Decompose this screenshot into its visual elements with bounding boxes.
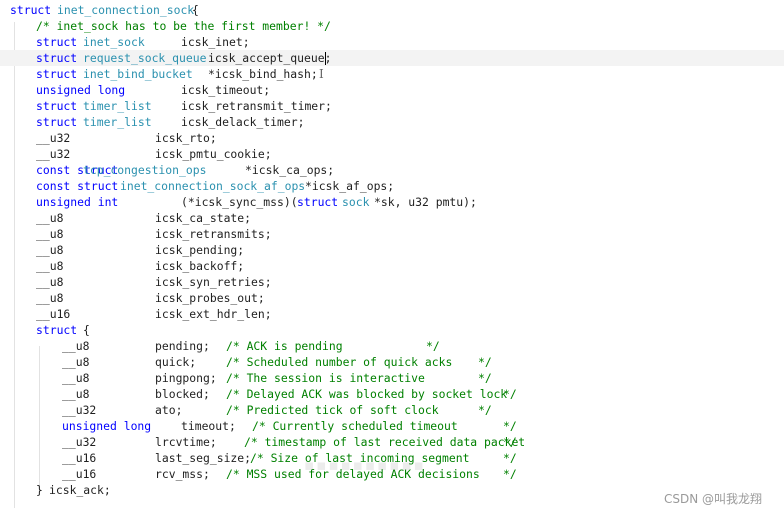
keyword-token: struct <box>36 35 78 49</box>
identifier-token: __u32 <box>62 403 97 417</box>
keyword-token: struct <box>297 195 339 209</box>
identifier-token: __u16 <box>36 307 71 321</box>
identifier-token: __u8 <box>36 275 64 289</box>
type-token: inet_sock <box>83 35 145 49</box>
identifier-token: blocked; <box>155 387 210 401</box>
indent-guide-nested <box>39 346 40 492</box>
keyword-token: const struct <box>36 179 119 193</box>
identifier-token: *icsk_bind_hash; <box>208 67 318 81</box>
identifier-token: { <box>83 323 90 337</box>
identifier-token: *sk, u32 pmtu); <box>374 195 477 209</box>
identifier-token: quick; <box>155 355 197 369</box>
identifier-token: __u8 <box>36 259 64 273</box>
comment-token: /* The session is interactive <box>226 371 425 385</box>
identifier-token: __u32 <box>36 147 71 161</box>
keyword-token: struct <box>36 67 78 81</box>
comment-token: */ <box>503 387 517 401</box>
keyword-token: struct <box>36 99 78 113</box>
identifier-token: pingpong; <box>155 371 217 385</box>
identifier-token: __u8 <box>36 227 64 241</box>
text-cursor-ibeam-icon: I <box>319 67 324 81</box>
code-editor[interactable]: struct inet_connection_sock{/* inet_sock … <box>0 0 784 511</box>
identifier-token: ato; <box>155 403 183 417</box>
type-token: inet_connection_sock <box>57 3 195 17</box>
identifier-token: icsk_syn_retries; <box>155 275 272 289</box>
identifier-token: lrcvtime; <box>155 435 217 449</box>
identifier-token: __u32 <box>62 435 97 449</box>
type-token: timer_list <box>83 99 152 113</box>
comment-token: /* Currently scheduled timeout <box>252 419 458 433</box>
keyword-token: unsigned long <box>62 419 152 433</box>
comment-token: */ <box>478 355 492 369</box>
identifier-token: *icsk_af_ops; <box>305 179 395 193</box>
comment-token: */ <box>503 419 517 433</box>
comment-token: /* ACK is pending <box>226 339 343 353</box>
identifier-token: (*icsk_sync_mss)( <box>181 195 298 209</box>
comment-token: */ <box>478 403 492 417</box>
comment-token: /* Scheduled number of quick acks <box>226 355 453 369</box>
identifier-token: __u8 <box>62 355 90 369</box>
identifier-token: __u8 <box>62 339 90 353</box>
comment-token: */ <box>503 467 517 481</box>
identifier-token: icsk_retransmit_timer; <box>181 99 332 113</box>
identifier-token: { <box>192 3 199 17</box>
keyword-token: struct <box>10 3 52 17</box>
identifier-token: icsk_probes_out; <box>155 291 265 305</box>
identifier-token: pending; <box>155 339 210 353</box>
identifier-token: icsk_delack_timer; <box>181 115 305 129</box>
identifier-token: timeout; <box>181 419 236 433</box>
type-token: timer_list <box>83 115 152 129</box>
comment-token: /* timestamp of last received data packe… <box>244 435 526 449</box>
type-token: request_sock_queue <box>83 51 207 65</box>
comment-token: */ <box>503 435 517 449</box>
faint-background-watermark: ▪▪▪▪▪▪▪▪▪▪ <box>304 456 426 474</box>
indent-guide <box>14 22 15 508</box>
comment-token: /* inet_sock has to be the first member!… <box>36 19 331 33</box>
keyword-token: struct <box>36 115 78 129</box>
comment-token: /* Predicted tick of soft clock <box>226 403 439 417</box>
keyword-token: struct <box>36 51 78 65</box>
comment-token: /* Delayed ACK was blocked by socket loc… <box>226 387 508 401</box>
identifier-token: icsk_rto; <box>155 131 217 145</box>
identifier-token: icsk_pmtu_cookie; <box>155 147 272 161</box>
identifier-token: last_seg_size; <box>155 451 252 465</box>
identifier-token: icsk_retransmits; <box>155 227 272 241</box>
identifier-token: rcv_mss; <box>155 467 210 481</box>
csdn-watermark: CSDN @叫我龙翔 <box>664 492 763 506</box>
identifier-token: __u16 <box>62 467 97 481</box>
identifier-token: __u8 <box>62 387 90 401</box>
type-token: inet_bind_bucket <box>83 67 193 81</box>
identifier-token: icsk_ext_hdr_len; <box>155 307 272 321</box>
type-token: inet_connection_sock_af_ops <box>120 179 306 193</box>
identifier-token: __u8 <box>62 371 90 385</box>
identifier-token: icsk_ack; <box>49 483 111 497</box>
type-token: sock <box>342 195 370 209</box>
comment-token: */ <box>503 451 517 465</box>
identifier-token: __u8 <box>36 291 64 305</box>
identifier-token: icsk_inet; <box>181 35 250 49</box>
identifier-token: } <box>36 483 43 497</box>
comment-token: */ <box>478 371 492 385</box>
identifier-token: icsk_pending; <box>155 243 245 257</box>
identifier-token: __u16 <box>62 451 97 465</box>
keyword-token: struct <box>36 323 78 337</box>
identifier-token: icsk_backoff; <box>155 259 245 273</box>
keyword-token: unsigned long <box>36 83 126 97</box>
identifier-token: __u32 <box>36 131 71 145</box>
identifier-token: __u8 <box>36 243 64 257</box>
identifier-token: __u8 <box>36 211 64 225</box>
identifier-token: icsk_accept_queue; <box>208 51 332 65</box>
keyword-token: unsigned int <box>36 195 119 209</box>
code-line-current[interactable]: struct request_sock_queue icsk_accept_queu… <box>0 50 784 66</box>
identifier-token: icsk_timeout; <box>181 83 271 97</box>
identifier-token: *icsk_ca_ops; <box>245 163 335 177</box>
type-token: tcp_congestion_ops <box>83 163 207 177</box>
comment-token: */ <box>426 339 440 353</box>
text-caret <box>325 52 326 65</box>
identifier-token: icsk_ca_state; <box>155 211 252 225</box>
